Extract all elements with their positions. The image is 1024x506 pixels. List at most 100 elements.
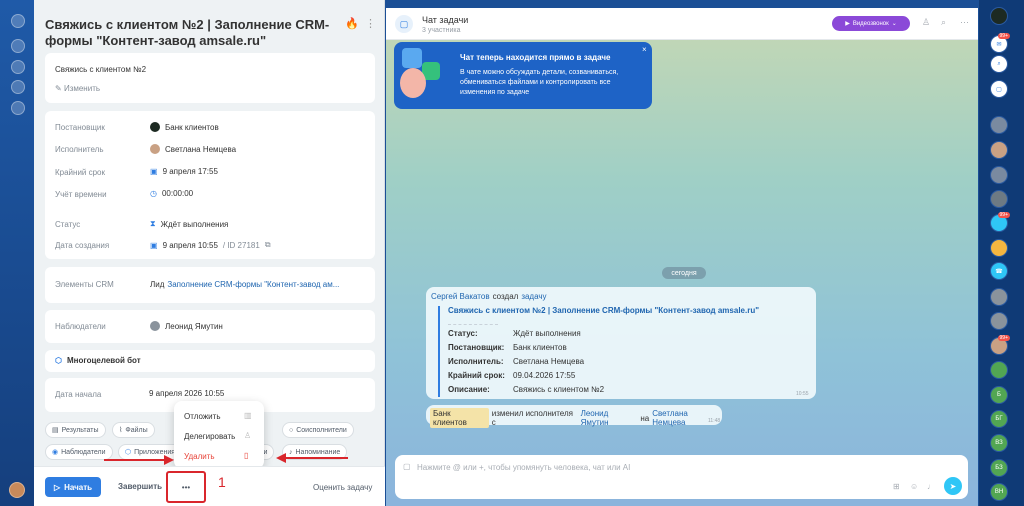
creator-value[interactable]: Банк клиентов	[150, 122, 219, 132]
avatar[interactable]	[990, 288, 1008, 306]
calendar-icon: ▣	[150, 240, 158, 250]
annotation-number: 1	[218, 474, 226, 490]
avatar[interactable]: 99+	[990, 212, 1010, 232]
created-label: Дата создания	[55, 241, 110, 250]
flame-icon[interactable]: 🔥	[345, 17, 359, 30]
close-icon[interactable]: ×	[642, 45, 647, 54]
nav-icon[interactable]	[11, 101, 25, 115]
crm-label: Элементы CRM	[55, 280, 114, 289]
user-avatar[interactable]	[9, 482, 25, 498]
assignee-value[interactable]: Светлана Немцева	[150, 144, 236, 154]
start-date-label: Дата начала	[55, 390, 102, 399]
right-sidebar: ✉ 99+ ⌕ ▢ 99+ ☎ 99+ Б БГ ВЗ БЗ ВН	[979, 0, 1024, 506]
deadline-value[interactable]: ▣ 9 апреля 17:55	[150, 167, 218, 176]
more-horizontal-icon[interactable]: ⋯	[960, 17, 969, 28]
task-detail-row: Статус: Ждёт выполнения	[448, 329, 581, 338]
avatar[interactable]	[990, 166, 1008, 184]
paperclip-icon: ⌇	[119, 427, 123, 434]
copy-icon[interactable]: ⧉	[265, 240, 271, 250]
camera-icon: ▶	[845, 21, 850, 27]
task-panel: Свяжись с клиентом №2 | Заполнение CRM-ф…	[34, 0, 385, 506]
more-vertical-icon[interactable]: ⋮	[365, 17, 376, 30]
more-menu: Отложить ▥ Делегировать ♙ Удалить ▯	[174, 401, 264, 469]
finish-button[interactable]: Завершить	[118, 482, 162, 491]
initials-avatar[interactable]: Б	[990, 386, 1008, 404]
user-add-icon: ♙	[244, 431, 252, 440]
crm-link[interactable]: Заполнение CRM-формы "Контент-завод ам..…	[167, 280, 339, 289]
message-input-box: ▢ Нажмите @ или +, чтобы упомянуть челов…	[395, 455, 968, 499]
bot-card[interactable]: ⬡ Многоцелевой бот	[45, 350, 375, 372]
grid-icon[interactable]: ⊞	[893, 482, 900, 491]
add-user-icon[interactable]: ♙	[922, 17, 930, 28]
task-chat: ▢ Чат задачи 3 участника ▶ Видеозвонок ⌄ ♙…	[386, 8, 978, 506]
promo-banner: Чат теперь находится прямо в задаче В ча…	[394, 42, 652, 109]
chat-members[interactable]: 3 участника	[422, 27, 460, 34]
task-id: / ID 27181	[222, 240, 260, 250]
video-call-button[interactable]: ▶ Видеозвонок ⌄	[832, 16, 910, 31]
coassignees-chip[interactable]: ○ Соисполнители	[282, 422, 354, 438]
menu-delegate[interactable]: Делегировать	[184, 432, 235, 441]
people-icon: ○	[289, 426, 294, 434]
hourglass-icon: ⧗	[150, 219, 156, 228]
search-icon[interactable]: ⌕	[941, 17, 946, 28]
avatar[interactable]	[990, 141, 1008, 159]
edit-link[interactable]: ✎ Изменить	[55, 84, 100, 93]
chat-icon: ▢	[395, 15, 413, 33]
avatar[interactable]	[990, 361, 1008, 379]
nav-icon[interactable]	[11, 39, 25, 53]
task-description: Свяжись с клиентом №2	[55, 65, 147, 74]
avatar[interactable]	[990, 190, 1008, 208]
bot-row: ⬡ Многоцелевой бот	[55, 356, 141, 365]
nav-icon[interactable]	[11, 80, 25, 94]
trash-icon: ▯	[244, 451, 249, 460]
avatar[interactable]	[990, 7, 1008, 25]
chat-header: ▢ Чат задачи 3 участника ▶ Видеозвонок ⌄ ♙…	[386, 8, 978, 40]
play-icon: ▷	[53, 482, 61, 492]
phone-icon[interactable]: ☎	[990, 262, 1008, 280]
task-detail-row: Исполнитель: Светлана Немцева	[448, 357, 585, 366]
task-title-link[interactable]: Свяжись с клиентом №2 | Заполнение CRM-ф…	[448, 306, 810, 315]
avatar[interactable]	[990, 239, 1008, 257]
avatar[interactable]	[990, 116, 1008, 134]
task-title: Свяжись с клиентом №2 | Заполнение CRM-ф…	[45, 17, 330, 48]
author-tag[interactable]: Банк клиентов	[430, 408, 489, 428]
menu-delete[interactable]: Удалить	[184, 452, 215, 461]
task-link[interactable]: задачу	[521, 292, 546, 301]
promo-illustration	[396, 48, 446, 106]
chat-icon[interactable]: ▢	[990, 80, 1008, 98]
time-label: Учёт времени	[55, 190, 107, 199]
initials-avatar[interactable]: БЗ	[990, 459, 1008, 477]
avatar[interactable]	[990, 312, 1008, 330]
results-chip[interactable]: ▤ Результаты	[45, 422, 106, 438]
author-link[interactable]: Сергей Вакатов	[431, 292, 490, 301]
initials-avatar[interactable]: БГ	[990, 410, 1008, 428]
avatar[interactable]: 99+	[990, 335, 1010, 355]
observer-value[interactable]: Леонид Ямутин	[150, 321, 223, 331]
user-link[interactable]: Леонид Ямутин	[581, 409, 638, 427]
menu-postpone[interactable]: Отложить	[184, 412, 220, 421]
created-value: ▣ 9 апреля 10:55/ ID 27181 ⧉	[150, 240, 271, 250]
mic-icon[interactable]: ♩	[927, 482, 935, 491]
deadline-label: Крайний срок	[55, 168, 106, 177]
menu-icon[interactable]	[11, 14, 25, 28]
task-detail-row: Постановщик: Банк клиентов	[448, 343, 567, 352]
send-button[interactable]: ➤	[944, 477, 962, 495]
observers-label: Наблюдатели	[55, 322, 106, 331]
start-button[interactable]: ▷ Начать	[45, 477, 101, 497]
rate-task-button[interactable]: Оценить задачу	[313, 483, 372, 492]
calendar-icon: ▣	[150, 167, 158, 176]
nav-icon[interactable]	[11, 60, 25, 74]
initials-avatar[interactable]: ВЗ	[990, 434, 1008, 452]
observers-chip[interactable]: ◉ Наблюдатели	[45, 444, 113, 460]
message-input[interactable]: Нажмите @ или +, чтобы упомянуть человек…	[417, 463, 630, 472]
start-date-value: 9 апреля 2026 10:55	[149, 389, 225, 398]
cube-icon: ⬡	[55, 356, 62, 365]
annotation-arrow-left	[104, 455, 174, 465]
more-button[interactable]: •••	[166, 471, 206, 503]
initials-avatar[interactable]: ВН	[990, 483, 1008, 501]
search-icon[interactable]: ⌕	[990, 55, 1008, 73]
smile-icon[interactable]: ☺	[910, 482, 918, 491]
messenger-icon[interactable]: ✉ 99+	[990, 33, 1010, 53]
files-chip[interactable]: ⌇ Файлы	[112, 422, 155, 438]
crm-card: Элементы CRM Лид Заполнение CRM-формы "Ко…	[45, 267, 375, 303]
